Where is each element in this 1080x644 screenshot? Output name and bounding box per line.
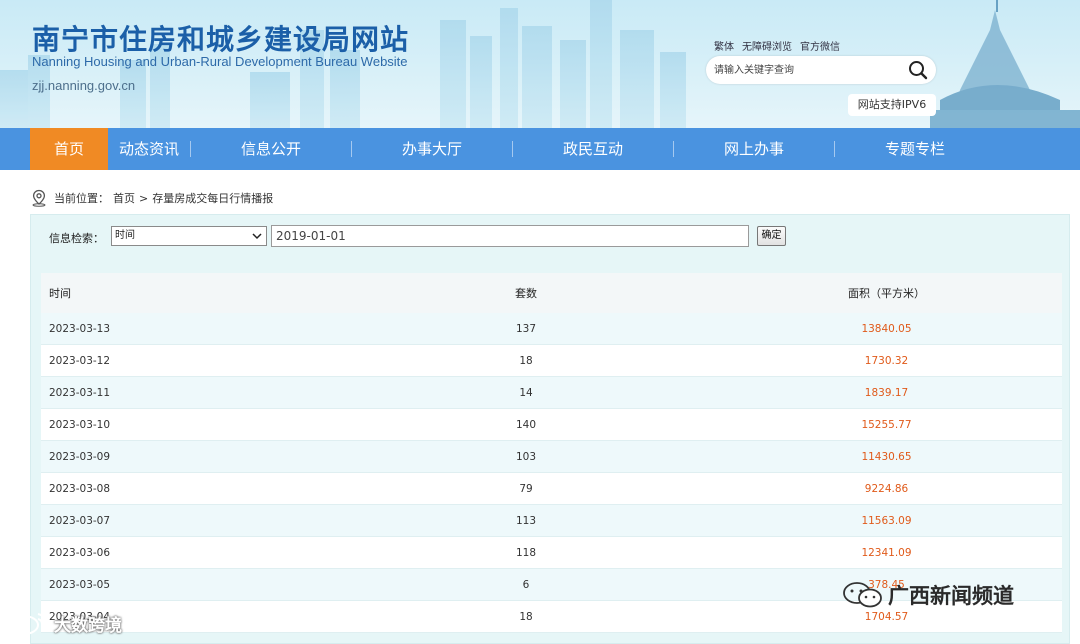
filter-type-select[interactable]: 时间 [111,226,267,246]
row-area: 9224.86 [864,482,909,495]
site-url: zjj.nanning.gov.cn [32,78,136,93]
weibo-icon [9,613,47,635]
main-nav: 首页 动态资讯 信息公开 办事大厅 政民互动 网上办事 专题专栏 [0,128,1080,170]
wechat-link[interactable]: 官方微信 [800,38,840,53]
table-row: 2023-03-09 103 11430.65 [41,441,1062,473]
nav-item-home[interactable]: 首页 [30,128,108,170]
row-units: 79 [519,482,533,495]
row-area: 12341.09 [861,546,912,559]
table-row: 2023-03-13 137 13840.05 [41,313,1062,345]
row-date: 2023-03-07 [49,514,111,527]
table-row: 2023-03-07 113 11563.09 [41,505,1062,537]
confirm-button[interactable]: 确定 [757,226,786,246]
breadcrumb-home-link[interactable]: 首页 [113,190,135,206]
breadcrumb-prefix: 当前位置： [54,192,109,205]
nav-item-interaction[interactable]: 政民互动 [513,128,673,170]
row-date: 2023-03-10 [49,418,111,431]
nav-item-online-service[interactable]: 网上办事 [674,128,834,170]
traditional-chinese-link[interactable]: 繁体 [714,38,734,53]
site-title: 南宁市住房和城乡建设局网站 [32,23,410,56]
site-header: 南宁市住房和城乡建设局网站 Nanning Housing and Urban-… [0,0,1080,128]
watermark-left-text: 大数跨境 [54,615,122,636]
row-units: 18 [519,610,533,623]
row-units: 6 [522,578,530,591]
nav-item-disclosure[interactable]: 信息公开 [191,128,351,170]
table-row: 2023-03-08 79 9224.86 [41,473,1062,505]
header-area: 面积（平方米） [848,287,925,300]
chevron-down-icon [252,233,262,240]
row-units: 137 [515,322,537,335]
breadcrumb-current: 存量房成交每日行情播报 [152,192,274,205]
watermark-right-text: 广西新闻频道 [888,584,1014,608]
row-date: 2023-03-08 [49,482,111,495]
table-header: 时间 套数 面积（平方米） [41,273,1062,313]
search-input[interactable] [714,60,904,80]
header-units: 套数 [515,287,537,300]
row-units: 140 [515,418,537,431]
row-area: 11430.65 [861,450,912,463]
breadcrumb-separator: > [139,191,149,205]
row-units: 103 [515,450,537,463]
row-date: 2023-03-09 [49,450,111,463]
nav-item-service-hall[interactable]: 办事大厅 [352,128,512,170]
search-box [706,56,936,84]
row-units: 18 [519,354,533,367]
table-row: 2023-03-12 18 1730.32 [41,345,1062,377]
table-row: 2023-03-06 118 12341.09 [41,537,1062,569]
ipv6-badge: 网站支持IPV6 [848,94,936,116]
top-links: 繁体 无障碍浏览 官方微信 [714,38,840,53]
row-date: 2023-03-11 [49,386,111,399]
row-date: 2023-03-12 [49,354,111,367]
filter-date-input[interactable]: 2019-01-01 [271,225,749,247]
filter-select-value: 时间 [115,230,135,241]
row-area: 1839.17 [864,386,909,399]
accessibility-link[interactable]: 无障碍浏览 [742,38,792,53]
location-pin-icon [32,189,46,207]
row-units: 118 [515,546,537,559]
row-units: 113 [515,514,537,527]
row-date: 2023-03-13 [49,322,111,335]
site-subtitle: Nanning Housing and Urban-Rural Developm… [32,54,408,69]
header-date: 时间 [49,287,71,300]
search-icon[interactable] [907,59,929,81]
watermark-left: 大数跨境 [6,610,122,636]
row-area: 15255.77 [861,418,912,431]
row-area: 1704.57 [864,610,909,623]
nav-item-news[interactable]: 动态资讯 [108,128,190,170]
table-row: 2023-03-11 14 1839.17 [41,377,1062,409]
wechat-icon [843,582,882,608]
row-area: 11563.09 [861,514,912,527]
row-area: 13840.05 [861,322,912,335]
transactions-table: 时间 套数 面积（平方米） 2023-03-13 137 13840.05 2023-… [41,273,1062,633]
filter-label: 信息检索： [49,232,104,245]
nav-item-special-topics[interactable]: 专题专栏 [835,128,995,170]
row-date: 2023-03-05 [49,578,111,591]
row-date: 2023-03-06 [49,546,111,559]
watermark-right: 广西新闻频道 [842,580,1014,610]
breadcrumb: 当前位置： 首页 > 存量房成交每日行情播报 [30,188,277,208]
table-row: 2023-03-10 140 15255.77 [41,409,1062,441]
row-area: 1730.32 [864,354,909,367]
row-units: 14 [519,386,533,399]
